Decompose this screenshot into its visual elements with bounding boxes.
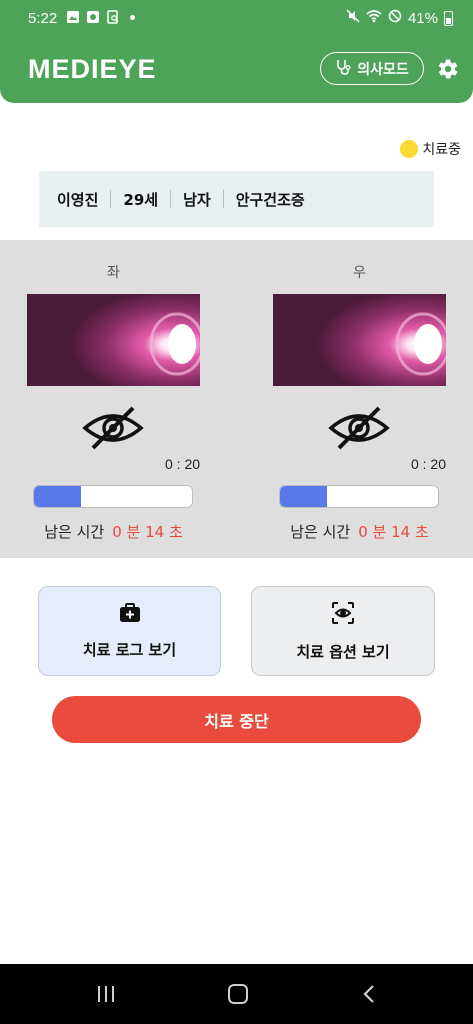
- wifi-icon: [366, 9, 382, 27]
- mute-icon: [346, 9, 360, 27]
- treatment-options-button[interactable]: 치료 옵션 보기: [251, 586, 435, 676]
- left-remaining-time: 남은 시간 0 분 14 초: [27, 521, 200, 542]
- medical-kit-icon: [119, 602, 141, 627]
- patient-sex: 남자: [183, 190, 211, 209]
- app-header: 5:22 41% MEDIEYE 의사모드: [0, 0, 473, 103]
- battery-icon: [444, 10, 453, 26]
- system-navigation-bar: [0, 964, 473, 1024]
- camera-icon: [86, 10, 100, 24]
- remaining-label: 남은 시간: [290, 523, 351, 541]
- eye-treatment-panel: 좌 0: 20 남은 시간 0 분 14 초 우 0: 20 남은 시간 0…: [0, 240, 473, 558]
- stop-treatment-button[interactable]: 치료 중단: [52, 696, 421, 743]
- right-eye-label: 우: [353, 265, 366, 281]
- remaining-label: 남은 시간: [44, 523, 105, 541]
- gallery-icon: [66, 10, 80, 24]
- left-eye-label: 좌: [107, 265, 120, 281]
- left-eye-column: 좌 0: 20 남은 시간 0 분 14 초: [27, 240, 227, 558]
- treatment-log-button[interactable]: 치료 로그 보기: [38, 586, 221, 676]
- divider: [170, 190, 172, 208]
- patient-info-bar: 이영진 29세 남자 안구건조증: [39, 171, 434, 227]
- divider: [222, 190, 224, 208]
- right-elapsed-time: 0 : 20: [410, 456, 446, 472]
- right-eye-column: 우 0: 20 남은 시간 0 분 14 초: [273, 240, 446, 558]
- gear-icon[interactable]: [434, 56, 460, 82]
- back-icon[interactable]: [362, 984, 376, 1004]
- right-progress-fill: [280, 486, 328, 507]
- divider: [110, 190, 112, 208]
- status-time: 5:22: [28, 10, 58, 27]
- right-remaining-time: 남은 시간 0 분 14 초: [273, 521, 446, 542]
- recent-apps-icon[interactable]: [96, 985, 116, 1003]
- right-progress-bar: [279, 485, 439, 508]
- doctor-mode-label: 의사모드: [357, 61, 409, 78]
- notification-icons: [66, 10, 135, 24]
- search-doc-icon: [106, 10, 120, 24]
- stethoscope-icon: [335, 59, 351, 79]
- left-progress-bar: [33, 485, 193, 508]
- treatment-options-label: 치료 옵션 보기: [296, 642, 390, 661]
- remaining-value: 0 분 14 초: [112, 523, 183, 541]
- more-notifications-dot: [130, 14, 135, 20]
- app-logo: MEDIEYE: [28, 54, 157, 84]
- doctor-mode-button[interactable]: 의사모드: [320, 52, 424, 85]
- status-dot-icon: [400, 140, 419, 158]
- treatment-status-label: 치료중: [422, 142, 461, 158]
- status-bar: 5:22 41%: [0, 0, 473, 36]
- patient-diagnosis: 안구건조증: [235, 190, 305, 209]
- treatment-log-label: 치료 로그 보기: [82, 640, 177, 659]
- remaining-value: 0 분 14 초: [358, 523, 429, 541]
- left-elapsed-time: 0 : 20: [165, 456, 201, 472]
- patient-age: 29세: [123, 190, 159, 209]
- app-root: 5:22 41% MEDIEYE 의사모드 치료중 이영진 29세 남자 안구건…: [0, 0, 473, 1024]
- scan-eye-icon: [331, 601, 355, 629]
- system-status: 41%: [346, 9, 453, 27]
- dnd-icon: [388, 9, 402, 27]
- home-icon[interactable]: [228, 984, 248, 1004]
- treatment-status: 치료중: [400, 139, 461, 159]
- eye-slash-icon[interactable]: [327, 406, 391, 450]
- patient-name: 이영진: [57, 190, 99, 209]
- left-eye-camera-view: [27, 294, 200, 386]
- eye-slash-icon[interactable]: [81, 406, 145, 450]
- right-eye-camera-view: [273, 294, 446, 386]
- battery-level: 41%: [407, 9, 438, 27]
- left-progress-fill: [34, 486, 82, 507]
